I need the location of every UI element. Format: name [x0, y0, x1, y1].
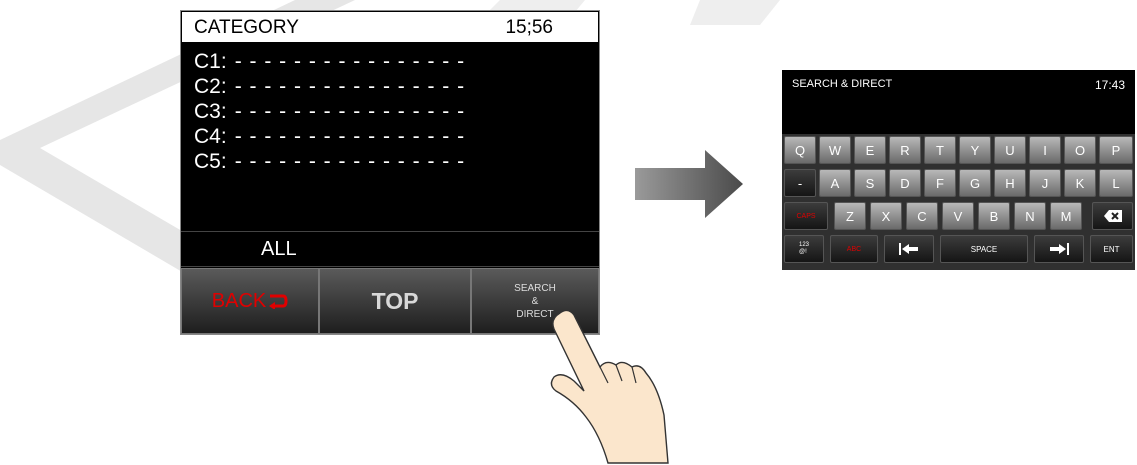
clock: 15;56 [505, 17, 553, 38]
key-p[interactable]: P [1099, 136, 1133, 164]
back-label: BACK [211, 289, 267, 312]
abc-button[interactable]: ABC [830, 235, 878, 263]
cursor-right-button[interactable] [1034, 235, 1084, 263]
transition-arrow-icon [635, 150, 743, 218]
key-a[interactable]: A [819, 169, 851, 197]
category-list: C1: - - - - - - - - - - - - - - - - C2: … [194, 49, 465, 174]
key-t[interactable]: T [924, 136, 956, 164]
key-j[interactable]: J [1029, 169, 1061, 197]
key-v[interactable]: V [942, 202, 974, 230]
top-label: TOP [371, 287, 419, 314]
cursor-left-button[interactable] [884, 235, 934, 263]
key-e[interactable]: E [854, 136, 886, 164]
category-label: C4: [194, 125, 227, 148]
key-dash[interactable]: - [784, 169, 816, 197]
category-value: - - - - - - - - - - - - - - - - [234, 50, 466, 73]
back-arrow-icon [269, 294, 288, 309]
key-k[interactable]: K [1064, 169, 1096, 197]
key-q[interactable]: Q [784, 136, 816, 164]
key-z[interactable]: Z [834, 202, 866, 230]
bottom-button-row: BACK TOP SEARCH & DIRECT [181, 268, 599, 334]
search-input[interactable] [782, 100, 1135, 132]
search-direct-screen: SEARCH & DIRECT 17:43 Q W E R T Y U I O … [782, 70, 1135, 270]
category-label: C1: [194, 50, 227, 73]
top-button[interactable]: TOP [319, 268, 471, 334]
category-label: C5: [194, 150, 227, 173]
category-screen: CATEGORY 15;56 C1: - - - - - - - - - - -… [180, 10, 600, 335]
category-row-c2[interactable]: C2: - - - - - - - - - - - - - - - - [194, 74, 465, 99]
key-i[interactable]: I [1029, 136, 1061, 164]
key-s[interactable]: S [854, 169, 886, 197]
num-symbol-button[interactable]: 123 @! [784, 235, 824, 263]
enter-button[interactable]: ENT [1090, 235, 1133, 263]
back-button[interactable]: BACK [181, 268, 319, 334]
key-c[interactable]: C [906, 202, 938, 230]
category-row-c4[interactable]: C4: - - - - - - - - - - - - - - - - [194, 124, 465, 149]
category-value: - - - - - - - - - - - - - - - - [234, 150, 466, 173]
screen-title: CATEGORY [194, 17, 299, 38]
category-row-c5[interactable]: C5: - - - - - - - - - - - - - - - - [194, 149, 465, 174]
search-label-line1: SEARCH [514, 282, 556, 294]
category-row-c3[interactable]: C3: - - - - - - - - - - - - - - - - [194, 99, 465, 124]
category-label: C2: [194, 75, 227, 98]
all-label: ALL [261, 238, 297, 260]
clock: 17:43 [1094, 78, 1125, 92]
category-value: - - - - - - - - - - - - - - - - [234, 100, 466, 123]
key-u[interactable]: U [994, 136, 1026, 164]
screen-title: SEARCH & DIRECT [792, 78, 893, 90]
category-label: C3: [194, 100, 227, 123]
arrow-left-bar-icon [899, 243, 918, 255]
caps-button[interactable]: CAPS [784, 202, 828, 230]
key-r[interactable]: R [889, 136, 921, 164]
backspace-icon [1103, 210, 1122, 222]
key-b[interactable]: B [978, 202, 1010, 230]
arrow-right-bar-icon [1050, 243, 1069, 255]
category-row-c1[interactable]: C1: - - - - - - - - - - - - - - - - [194, 49, 465, 74]
keyboard: Q W E R T Y U I O P - A S D F G H J K L … [782, 134, 1135, 270]
key-w[interactable]: W [819, 136, 851, 164]
key-g[interactable]: G [959, 169, 991, 197]
key-h[interactable]: H [994, 169, 1026, 197]
backspace-button[interactable] [1092, 202, 1133, 230]
key-l[interactable]: L [1099, 169, 1133, 197]
category-header: CATEGORY 15;56 [182, 12, 598, 44]
key-f[interactable]: F [924, 169, 956, 197]
key-x[interactable]: X [870, 202, 902, 230]
key-o[interactable]: O [1064, 136, 1096, 164]
key-y[interactable]: Y [959, 136, 991, 164]
all-category-bar[interactable]: ALL [181, 231, 599, 267]
category-value: - - - - - - - - - - - - - - - - [234, 125, 466, 148]
key-d[interactable]: D [889, 169, 921, 197]
space-button[interactable]: SPACE [940, 235, 1028, 263]
pointing-hand-icon [550, 309, 669, 464]
category-value: - - - - - - - - - - - - - - - - [234, 75, 466, 98]
key-n[interactable]: N [1014, 202, 1046, 230]
key-m[interactable]: M [1050, 202, 1082, 230]
